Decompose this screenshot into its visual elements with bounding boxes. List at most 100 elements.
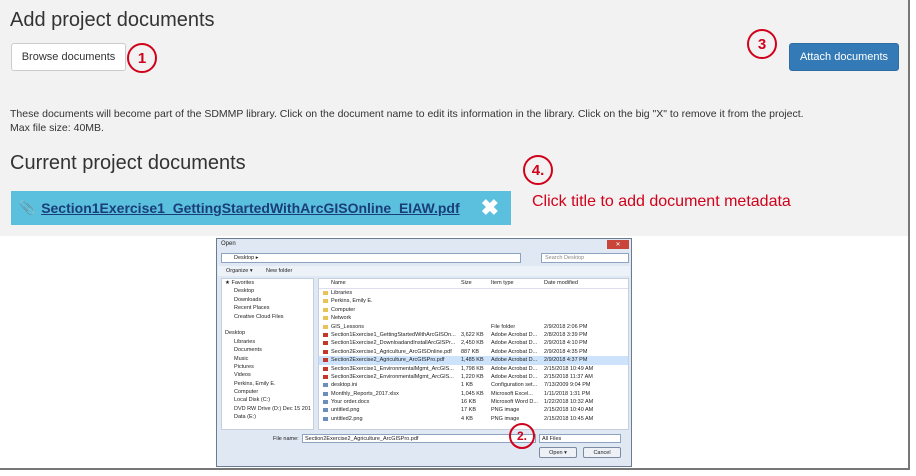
file-name: untitled2.png — [331, 415, 363, 422]
file-date: 7/13/2009 9:04 PM — [544, 382, 591, 389]
file-name: Section3Exercise1_EnvironmentalMgmt_ArcG… — [331, 365, 454, 372]
nav-item[interactable]: DVD RW Drive (D:) Dec 15 201 — [222, 405, 313, 413]
column-type[interactable]: Item type — [491, 280, 514, 286]
document-title-link[interactable]: Section1Exercise1_GettingStartedWithArcG… — [41, 200, 459, 216]
nav-item[interactable]: Documents — [222, 346, 313, 354]
nav-item[interactable]: Pictures — [222, 363, 313, 371]
navigation-pane[interactable]: ★ Favorites Desktop Downloads Recent Places… — [221, 278, 314, 430]
file-type-icon — [323, 332, 328, 337]
file-type-icon — [323, 341, 328, 346]
column-size[interactable]: Size — [461, 280, 472, 286]
open-file-dialog: Open ✕ Desktop ▸ Search Desktop Organize… — [216, 238, 632, 467]
file-row[interactable]: Section3Exercise1_EnvironmentalMgmt_ArcG… — [319, 365, 628, 373]
file-name: Section1Exercise1_GettingStartedWithArcG… — [331, 331, 456, 338]
file-name: desktop.ini — [331, 382, 358, 389]
nav-item[interactable]: Desktop — [222, 287, 313, 295]
dialog-toolbar: Organize ▾ New folder — [218, 266, 630, 276]
file-type: PNG image — [491, 415, 520, 422]
nav-item[interactable]: Videos — [222, 371, 313, 379]
address-bar[interactable]: Desktop ▸ — [221, 253, 521, 263]
file-name: Computer — [331, 306, 356, 313]
nav-item[interactable]: Music — [222, 355, 313, 363]
file-date: 2/9/2018 4:37 PM — [544, 357, 588, 364]
organize-button[interactable]: Organize ▾ — [226, 268, 253, 274]
file-type-icon — [323, 291, 328, 295]
file-name-input[interactable]: Section2Exercise2_Agriculture_ArcGISPro.… — [302, 434, 536, 443]
file-row[interactable]: Perkins, Emily E. — [319, 297, 628, 305]
document-chip: 📎 Section1Exercise1_GettingStartedWithAr… — [11, 191, 511, 225]
file-type: Configuration set... — [491, 382, 538, 389]
file-row[interactable]: Computer — [319, 306, 628, 314]
file-date: 1/11/2018 1:31 PM — [544, 390, 591, 397]
search-input[interactable]: Search Desktop — [541, 253, 629, 263]
file-type-icon — [323, 408, 328, 413]
metadata-annotation: Click title to add document metadata — [532, 193, 791, 210]
attach-documents-button[interactable]: Attach documents — [789, 43, 899, 71]
file-row[interactable]: Libraries — [319, 289, 628, 297]
callout-2: 2. — [509, 423, 535, 449]
file-row[interactable]: Section3Exercise2_EnvironmentalMgmt_ArcG… — [319, 373, 628, 381]
nav-item[interactable]: Data (E:) — [222, 413, 313, 421]
nav-item[interactable]: Perkins, Emily E. — [222, 380, 313, 388]
column-date[interactable]: Date modified — [544, 280, 578, 286]
file-row[interactable]: untitled.png 17 KB PNG image 2/15/2018 10:4… — [319, 406, 628, 414]
file-row[interactable]: Section2Exercise2_Agriculture_ArcGISPro.… — [319, 356, 628, 365]
browse-documents-button[interactable]: Browse documents — [11, 43, 126, 71]
file-size: 2,450 KB — [461, 340, 484, 347]
new-folder-button[interactable]: New folder — [266, 268, 292, 274]
file-row[interactable]: Network — [319, 314, 628, 322]
help-text: These documents will become part of the … — [10, 107, 890, 135]
file-type-select[interactable]: All Files — [539, 434, 621, 443]
file-size: 1,798 KB — [461, 365, 484, 372]
nav-item[interactable] — [222, 321, 313, 329]
file-size: 887 KB — [461, 348, 480, 355]
file-row[interactable]: untitled2.png 4 KB PNG image 2/15/2018 10:4… — [319, 415, 628, 423]
nav-item[interactable]: Libraries — [222, 338, 313, 346]
file-size: 1,220 KB — [461, 373, 484, 380]
file-list-header: Name Size Item type Date modified — [319, 279, 628, 289]
remove-document-icon[interactable]: ✖ — [481, 195, 499, 221]
callout-3: 3 — [747, 29, 777, 59]
file-type-icon — [323, 366, 328, 371]
file-name: Section2Exercise1_Agriculture_ArcGISOnli… — [331, 348, 452, 355]
callout-4: 4. — [523, 155, 553, 185]
column-name[interactable]: Name — [331, 280, 346, 286]
file-row[interactable]: Section2Exercise1_Agriculture_ArcGISOnli… — [319, 348, 628, 356]
nav-item[interactable]: Downloads — [222, 296, 313, 304]
file-name: Section1Exercise2_DownloadandInstallArcG… — [331, 340, 456, 347]
file-type-icon — [323, 349, 328, 354]
nav-item[interactable]: Desktop — [222, 329, 313, 337]
file-type: Microsoft Word D... — [491, 399, 538, 406]
nav-item[interactable]: Computer — [222, 388, 313, 396]
nav-item[interactable]: Creative Cloud Files — [222, 313, 313, 321]
file-row[interactable]: GIS_Lessons File folder 2/9/2018 2:06 PM — [319, 323, 628, 331]
callout-1: 1 — [127, 43, 157, 73]
file-row[interactable]: desktop.ini 1 KB Configuration set... 7/13/… — [319, 381, 628, 389]
file-type: Adobe Acrobat D... — [491, 340, 538, 347]
file-name: Section3Exercise2_EnvironmentalMgmt_ArcG… — [331, 373, 454, 380]
file-size: 17 KB — [461, 407, 476, 414]
file-rows: Libraries Perkins, Emily E. Computer Networ… — [319, 289, 628, 423]
file-row[interactable]: Section1Exercise1_GettingStartedWithArcG… — [319, 331, 628, 339]
file-type-icon — [323, 358, 328, 363]
file-type: Adobe Acrobat D... — [491, 365, 538, 372]
file-size: 4 KB — [461, 415, 473, 422]
file-date: 2/15/2018 11:37 AM — [544, 373, 593, 380]
file-type-icon — [323, 400, 328, 405]
current-documents-heading: Current project documents — [10, 152, 246, 174]
file-date: 2/15/2018 10:45 AM — [544, 415, 594, 422]
file-date: 2/9/2018 4:35 PM — [544, 348, 588, 355]
nav-item[interactable]: Local Disk (C:) — [222, 396, 313, 404]
nav-item[interactable]: Recent Places — [222, 304, 313, 312]
file-row[interactable]: Section1Exercise2_DownloadandInstallArcG… — [319, 339, 628, 347]
open-button[interactable]: Open ▾ — [539, 447, 577, 458]
file-type-icon — [323, 299, 328, 304]
file-type: PNG image — [491, 407, 520, 414]
file-row[interactable]: Monthly_Reports_2017.xlsx 1,045 KB Microso… — [319, 390, 628, 398]
dialog-close-button[interactable]: ✕ — [607, 240, 629, 249]
nav-item[interactable]: ★ Favorites — [222, 279, 313, 287]
file-row[interactable]: Your order.docx 16 KB Microsoft Word D... 1… — [319, 398, 628, 406]
cancel-button[interactable]: Cancel — [583, 447, 621, 458]
file-name: GIS_Lessons — [331, 323, 365, 330]
file-type: Adobe Acrobat D... — [491, 331, 538, 338]
